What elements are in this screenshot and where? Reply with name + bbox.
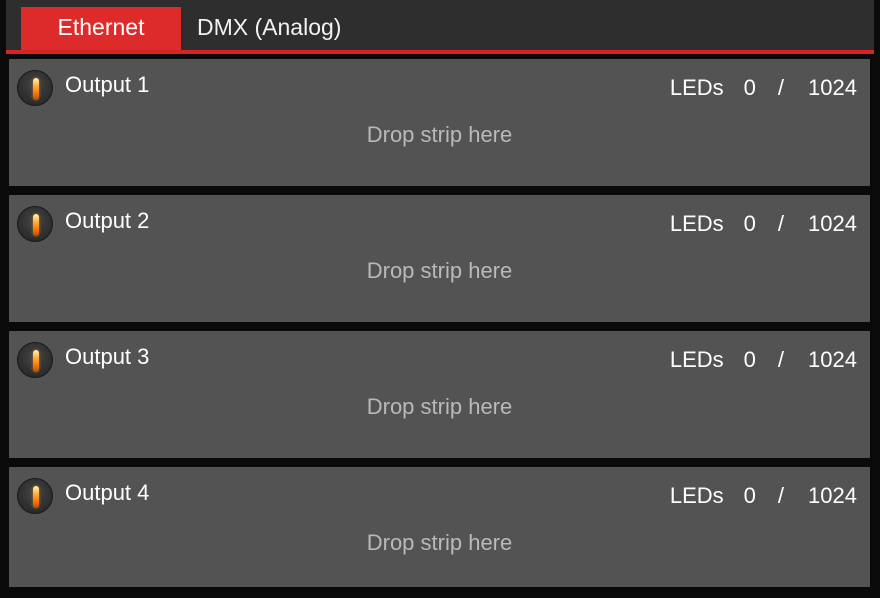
tab-ethernet[interactable]: Ethernet (21, 7, 181, 50)
leds-max: 1024 (808, 347, 857, 372)
output-title: Output 2 (65, 208, 150, 233)
output-panel-2[interactable]: Output 2 LEDs 0 / 1024 Drop strip here (9, 195, 870, 322)
led-strip-icon (17, 478, 53, 514)
leds-label: LEDs (669, 347, 724, 372)
output-panel-3[interactable]: Output 3 LEDs 0 / 1024 Drop strip here (9, 331, 870, 458)
led-strip-icon (17, 70, 53, 106)
drop-zone-text: Drop strip here (366, 258, 513, 283)
output-title: Output 3 (65, 344, 150, 369)
drop-zone-text: Drop strip here (366, 394, 513, 419)
leds-max: 1024 (808, 483, 857, 508)
led-count: LEDs 0 / 1024 (670, 75, 857, 101)
output-title: Output 4 (65, 480, 150, 505)
led-count: LEDs 0 / 1024 (670, 347, 857, 373)
drop-zone-text: Drop strip here (366, 122, 513, 147)
tab-dmx-analog[interactable]: DMX (Analog) (197, 7, 341, 50)
leds-max: 1024 (808, 75, 857, 100)
leds-separator: / (777, 75, 785, 100)
leds-separator: / (777, 211, 785, 236)
drop-zone-text: Drop strip here (366, 530, 513, 555)
leds-count: 0 (743, 75, 756, 100)
led-strip-icon (17, 342, 53, 378)
leds-label: LEDs (669, 75, 724, 100)
led-count: LEDs 0 / 1024 (670, 211, 857, 237)
tab-bar: Ethernet DMX (Analog) (6, 0, 874, 54)
leds-max: 1024 (808, 211, 857, 236)
output-panel-4[interactable]: Output 4 LEDs 0 / 1024 Drop strip here (9, 467, 870, 587)
leds-separator: / (777, 347, 785, 372)
leds-count: 0 (743, 211, 756, 236)
leds-count: 0 (743, 347, 756, 372)
leds-label: LEDs (669, 483, 724, 508)
leds-count: 0 (743, 483, 756, 508)
leds-label: LEDs (669, 211, 724, 236)
leds-separator: / (777, 483, 785, 508)
output-title: Output 1 (65, 72, 150, 97)
led-strip-icon (17, 206, 53, 242)
output-panel-1[interactable]: Output 1 LEDs 0 / 1024 Drop strip here (9, 59, 870, 186)
led-count: LEDs 0 / 1024 (670, 483, 857, 509)
